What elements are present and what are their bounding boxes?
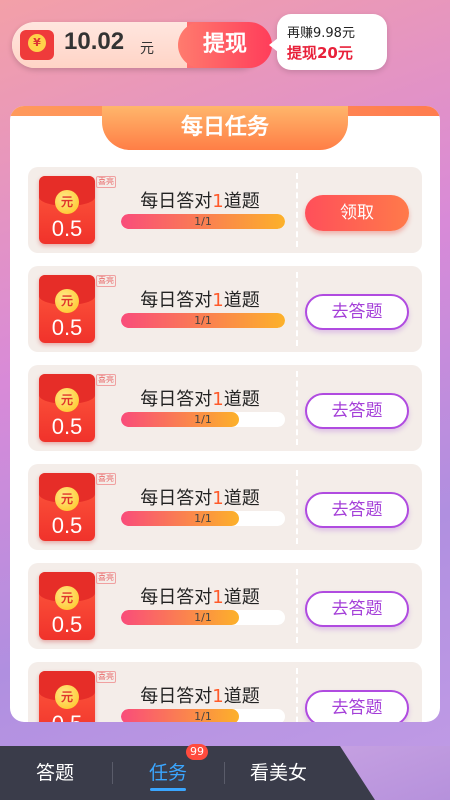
task-title-prefix: 每日答对 [140, 587, 213, 608]
task-title: 每日答对1道题 [120, 187, 280, 213]
task-row: 元 0.5 喜亮 每日答对1道题 1/1 领取 [28, 167, 422, 253]
task-title-count: 1 [212, 587, 224, 608]
tip-withdraw-target: 提现20元 [287, 44, 353, 62]
nav-item-answer[interactable]: 答题 [36, 758, 74, 788]
task-title-suffix: 道题 [223, 686, 260, 707]
task-list: 元 0.5 喜亮 每日答对1道题 1/1 领取 元 0.5 喜亮 每日答对1道题… [10, 106, 440, 722]
nav-divider [112, 762, 113, 784]
coin-icon: ¥ [28, 34, 46, 52]
task-row: 元 0.5 喜亮 每日答对1道题 1/1 去答题 [28, 563, 422, 649]
dashed-divider [296, 173, 298, 247]
reward-tag: 喜亮 [96, 176, 116, 188]
task-row: 元 0.5 喜亮 每日答对1道题 1/1 去答题 [28, 266, 422, 352]
task-title-prefix: 每日答对 [140, 488, 213, 509]
task-title-count: 1 [212, 686, 224, 707]
red-envelope-icon: 元 0.5 [39, 671, 95, 722]
progress-text: 1/1 [194, 314, 212, 327]
red-envelope-icon: 元 0.5 [39, 572, 95, 640]
task-title: 每日答对1道题 [120, 385, 280, 411]
dashed-divider [296, 272, 298, 346]
reward-tag: 喜亮 [96, 572, 116, 584]
top-bar: ¥ 10.02 元 提现 再赚9.98元 提现20元 [0, 0, 450, 100]
balance-pill: ¥ 10.02 元 提现 [12, 22, 272, 68]
claim-button[interactable]: 领取 [305, 195, 409, 231]
task-row: 元 0.5 喜亮 每日答对1道题 1/1 去答题 [28, 365, 422, 451]
coin-icon: 元 [55, 487, 79, 511]
task-title-prefix: 每日答对 [140, 290, 213, 311]
task-title: 每日答对1道题 [120, 484, 280, 510]
task-progress-bar: 1/1 [121, 610, 285, 625]
task-progress-bar: 1/1 [121, 313, 285, 328]
red-envelope-icon: 元 0.5 [39, 473, 95, 541]
dashed-divider [296, 668, 298, 722]
task-title-suffix: 道题 [223, 488, 260, 509]
task-progress-bar: 1/1 [121, 709, 285, 722]
task-title-prefix: 每日答对 [140, 389, 213, 410]
task-title: 每日答对1道题 [120, 682, 280, 708]
dashed-divider [296, 470, 298, 544]
task-title-suffix: 道题 [223, 587, 260, 608]
dashed-divider [296, 371, 298, 445]
balance-area: ¥ 10.02 元 [12, 22, 187, 68]
reward-tag: 喜亮 [96, 374, 116, 386]
progress-text: 1/1 [194, 710, 212, 722]
go-answer-button[interactable]: 去答题 [305, 690, 409, 722]
task-title-suffix: 道题 [223, 191, 260, 212]
reward-amount: 0.5 [51, 414, 83, 439]
task-title: 每日答对1道题 [120, 583, 280, 609]
balance-amount: 10.02 [64, 28, 125, 55]
tasks-badge: 99 [186, 744, 208, 760]
reward-tag: 喜亮 [96, 275, 116, 287]
reward-tag: 喜亮 [96, 671, 116, 683]
reward-amount: 0.5 [39, 711, 95, 722]
coin-icon: 元 [55, 190, 79, 214]
progress-text: 1/1 [194, 512, 212, 525]
reward-amount: 0.5 [51, 315, 83, 340]
task-progress-bar: 1/1 [121, 511, 285, 526]
coin-icon: 元 [55, 388, 79, 412]
task-title-count: 1 [212, 389, 224, 410]
task-progress-bar: 1/1 [121, 412, 285, 427]
task-title: 每日答对1道题 [120, 286, 280, 312]
task-title-count: 1 [212, 290, 224, 311]
withdraw-button[interactable]: 提现 [178, 22, 272, 68]
task-progress-bar: 1/1 [121, 214, 285, 229]
red-envelope-icon: ¥ [20, 30, 54, 60]
task-row: 元 0.5 喜亮 每日答对1道题 1/1 去答题 [28, 662, 422, 722]
reward-tag: 喜亮 [96, 473, 116, 485]
progress-text: 1/1 [194, 611, 212, 624]
withdraw-tip-bubble: 再赚9.98元 提现20元 [269, 14, 387, 70]
go-answer-button[interactable]: 去答题 [305, 294, 409, 330]
red-envelope-icon: 元 0.5 [39, 176, 95, 244]
task-title-suffix: 道题 [223, 290, 260, 311]
go-answer-button[interactable]: 去答题 [305, 492, 409, 528]
daily-tasks-panel: 元 0.5 喜亮 每日答对1道题 1/1 领取 元 0.5 喜亮 每日答对1道题… [10, 106, 440, 722]
balance-unit: 元 [140, 41, 154, 57]
task-title-count: 1 [212, 191, 224, 212]
nav-item-tasks[interactable]: 任务 [149, 758, 187, 788]
task-row: 元 0.5 喜亮 每日答对1道题 1/1 去答题 [28, 464, 422, 550]
coin-icon: 元 [55, 586, 79, 610]
nav-item-beauty[interactable]: 看美女 [250, 758, 312, 788]
coin-icon: 元 [55, 685, 79, 709]
nav-divider [224, 762, 225, 784]
reward-amount: 0.5 [51, 513, 83, 538]
task-title-prefix: 每日答对 [140, 686, 213, 707]
reward-amount: 0.5 [51, 612, 83, 637]
red-envelope-icon: 元 0.5 [39, 374, 95, 442]
task-title-count: 1 [212, 488, 224, 509]
task-title-prefix: 每日答对 [140, 191, 213, 212]
reward-amount: 0.5 [51, 216, 83, 241]
progress-text: 1/1 [194, 413, 212, 426]
coin-icon: 元 [55, 289, 79, 313]
go-answer-button[interactable]: 去答题 [305, 591, 409, 627]
progress-text: 1/1 [194, 215, 212, 228]
tip-earn-more: 再赚9.98元 [287, 26, 355, 41]
panel-title: 每日任务 [102, 106, 348, 150]
nav-active-indicator [150, 788, 186, 791]
go-answer-button[interactable]: 去答题 [305, 393, 409, 429]
red-envelope-icon: 元 0.5 [39, 275, 95, 343]
dashed-divider [296, 569, 298, 643]
task-title-suffix: 道题 [223, 389, 260, 410]
